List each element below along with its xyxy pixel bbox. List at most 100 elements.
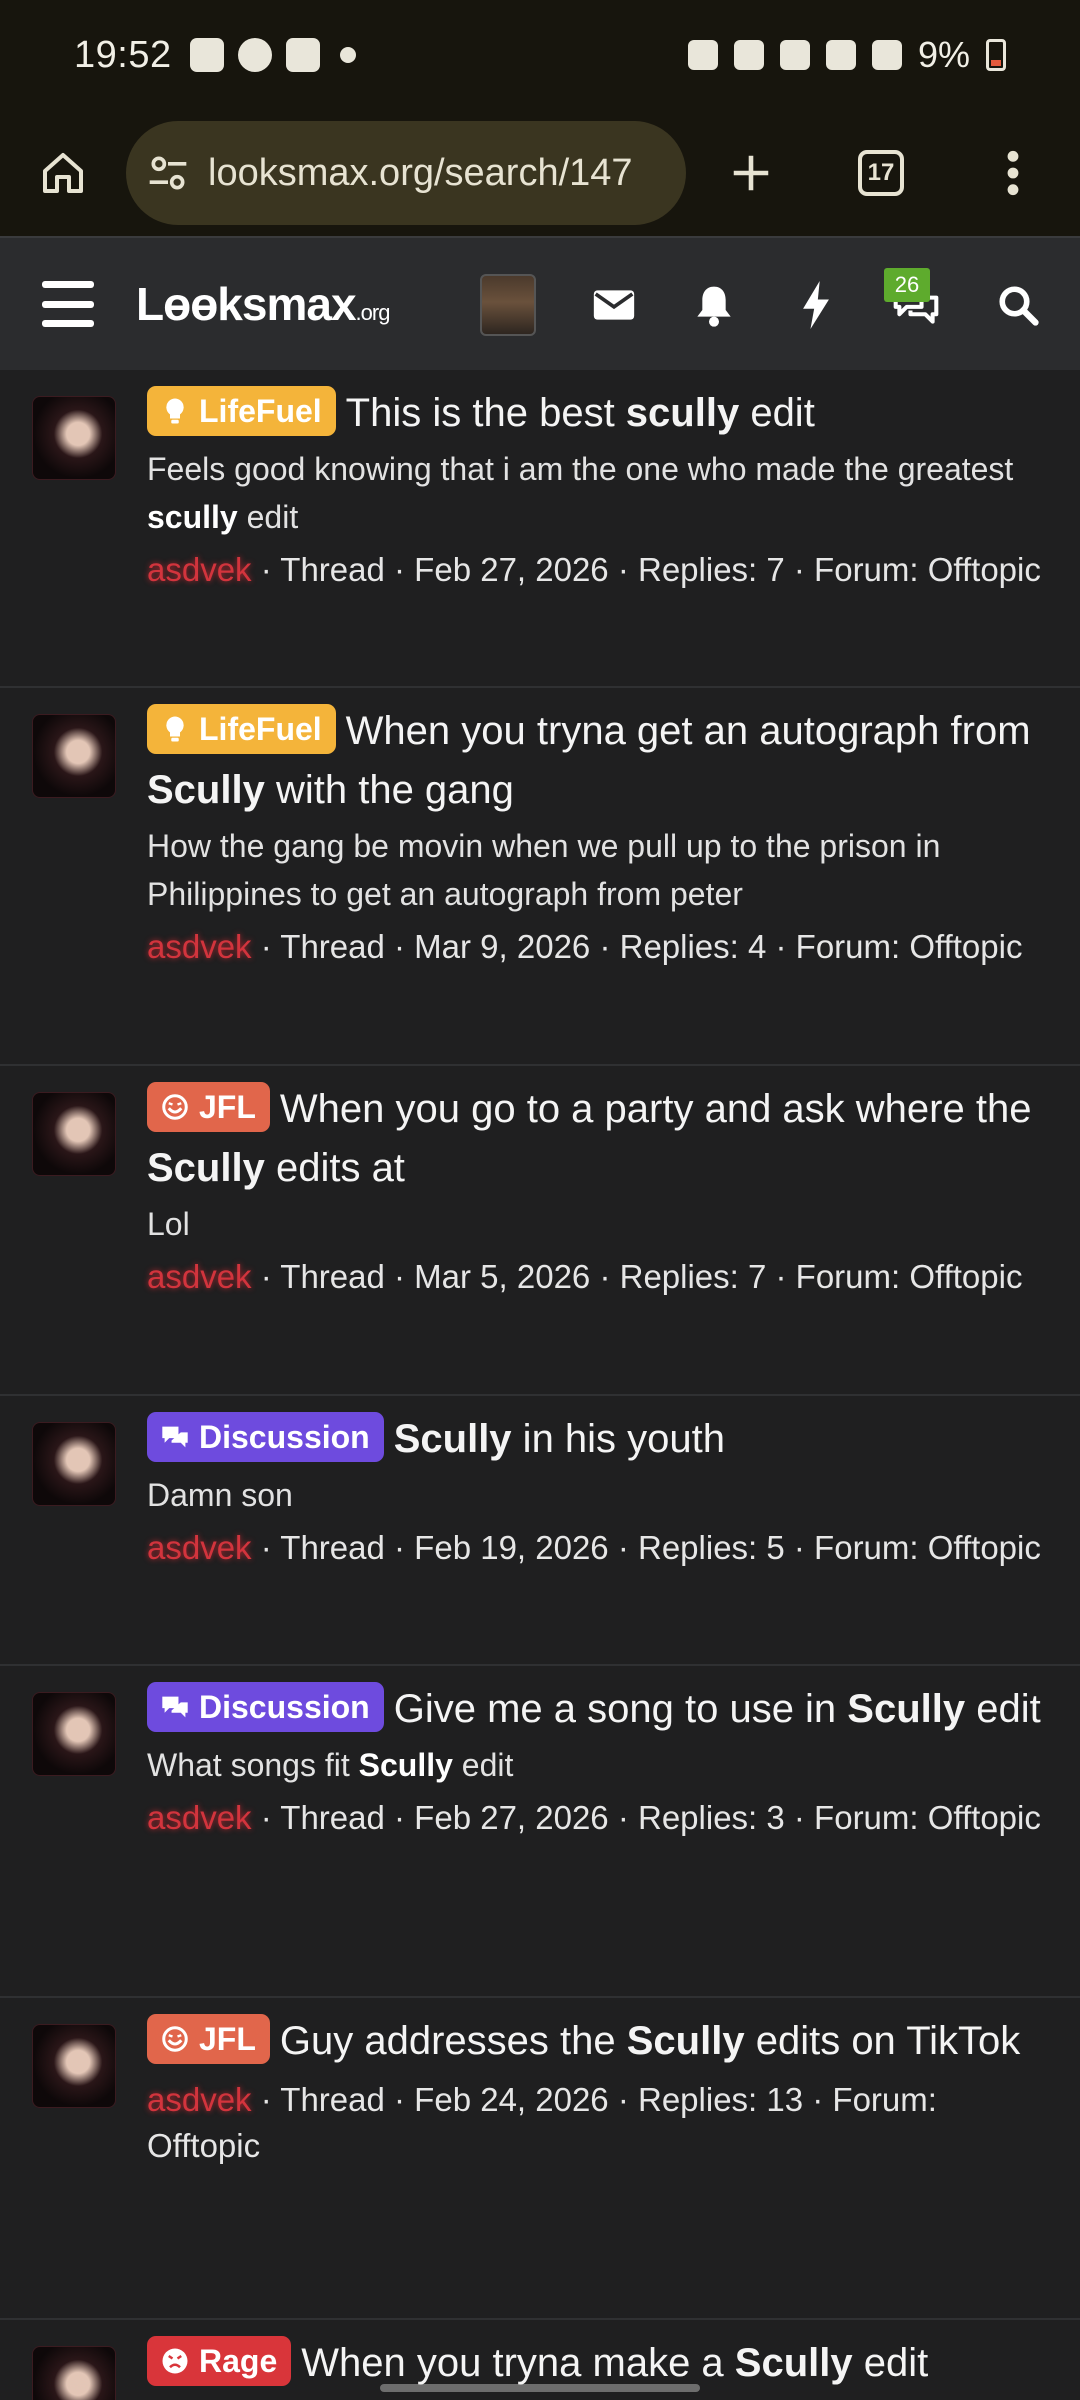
whats-new-button[interactable] xyxy=(786,275,846,335)
author-avatar[interactable] xyxy=(32,396,116,480)
result-meta: asdvek · Thread · Mar 5, 2026 · Replies:… xyxy=(147,1254,1044,1300)
thread-prefix-rage[interactable]: Rage xyxy=(147,2336,292,2386)
result-meta: asdvek · Thread · Feb 24, 2026 · Replies… xyxy=(147,2077,1044,2169)
search-result-item[interactable]: JFL Guy addresses the Scully edits on Tik… xyxy=(0,1998,1080,2320)
search-result-item[interactable]: LifeFuel When you tryna get an autograph … xyxy=(0,688,1080,1066)
search-result-item[interactable]: LifeFuel This is the best scully edit Feel… xyxy=(0,370,1080,688)
battery-icon xyxy=(986,39,1006,71)
snippet-text: Lol xyxy=(147,1206,190,1242)
wifi-icon xyxy=(825,40,856,70)
conversations-badge: 26 xyxy=(884,268,930,302)
result-title[interactable]: Discussion Give me a song to use in Scull… xyxy=(147,1680,1044,1739)
bell-icon xyxy=(697,286,731,327)
author-avatar[interactable] xyxy=(32,2024,116,2108)
snippet-text: edit xyxy=(452,1747,514,1783)
title-highlight: Scully xyxy=(147,768,265,812)
author-avatar[interactable] xyxy=(32,1422,116,1506)
snippet-text: Damn son xyxy=(147,1477,293,1513)
site-settings-icon[interactable] xyxy=(146,151,190,195)
username-link[interactable]: asdvek xyxy=(147,2081,252,2118)
menu-icon[interactable] xyxy=(42,281,94,327)
laughing-emoji-icon xyxy=(162,2026,188,2052)
search-result-item[interactable]: Discussion Scully in his youth Damn son asd… xyxy=(0,1396,1080,1666)
search-button[interactable] xyxy=(988,275,1048,335)
result-meta-text: · Thread · Mar 9, 2026 · Replies: 4 · Fo… xyxy=(251,928,1023,965)
result-meta: asdvek · Thread · Mar 9, 2026 · Replies:… xyxy=(147,924,1044,970)
username-link[interactable]: asdvek xyxy=(147,551,252,588)
thread-prefix-discussion[interactable]: Discussion xyxy=(147,1682,384,1732)
result-meta-text: · Thread · Feb 27, 2026 · Replies: 3 · F… xyxy=(251,1799,1041,1836)
result-meta-text: · Thread · Feb 27, 2026 · Replies: 7 · F… xyxy=(251,551,1041,588)
new-tab-button[interactable] xyxy=(686,110,816,236)
result-meta: asdvek · Thread · Feb 27, 2026 · Replies… xyxy=(147,547,1044,593)
browser-menu-button[interactable] xyxy=(946,110,1080,236)
author-avatar[interactable] xyxy=(32,1092,116,1176)
result-snippet: How the gang be movin when we pull up to… xyxy=(147,822,1044,918)
author-avatar[interactable] xyxy=(32,714,116,798)
thread-prefix-lifefuel[interactable]: LifeFuel xyxy=(147,704,336,754)
username-link[interactable]: asdvek xyxy=(147,1799,252,1836)
tabs-button[interactable]: 17 xyxy=(816,110,946,236)
username-link[interactable]: asdvek xyxy=(147,1529,252,1566)
author-avatar[interactable] xyxy=(32,1692,116,1776)
thread-prefix-jfl[interactable]: JFL xyxy=(147,1082,270,1132)
prefix-label: Discussion xyxy=(199,1689,370,1725)
title-highlight: Scully xyxy=(147,1146,265,1190)
url-text[interactable]: looksmax.org/search/147 xyxy=(208,152,633,195)
title-text: When you tryna make a xyxy=(301,2341,735,2385)
home-button[interactable] xyxy=(0,110,126,236)
user-avatar[interactable] xyxy=(480,274,536,336)
title-text: edit xyxy=(739,391,815,435)
result-meta-text: · Thread · Feb 24, 2026 · Replies: 13 · … xyxy=(147,2081,937,2164)
title-highlight: Scully xyxy=(626,2019,745,2063)
logo-text: Lɵɵksmax xyxy=(136,278,357,330)
inbox-button[interactable] xyxy=(584,275,644,335)
alerts-button[interactable] xyxy=(684,275,744,335)
result-title[interactable]: JFL Guy addresses the Scully edits on Tik… xyxy=(147,2012,1044,2071)
logo-suffix: .org xyxy=(355,300,391,325)
lightning-icon xyxy=(803,281,829,329)
search-results: LifeFuel This is the best scully edit Feel… xyxy=(0,370,1080,2400)
search-result-item[interactable]: Discussion Give me a song to use in Scull… xyxy=(0,1666,1080,1998)
snippet-text: What songs fit xyxy=(147,1747,359,1783)
title-highlight: Scully xyxy=(847,1687,966,1731)
system-icons: 9% xyxy=(687,34,1006,76)
title-text: edits on TikTok xyxy=(744,2019,1021,2063)
search-result-item[interactable]: JFL When you go to a party and ask where … xyxy=(0,1066,1080,1396)
address-bar[interactable]: looksmax.org/search/147 xyxy=(126,121,686,225)
title-text: Guy addresses the xyxy=(279,2019,627,2063)
title-text: edit xyxy=(965,1687,1041,1731)
prefix-label: LifeFuel xyxy=(199,711,322,747)
result-snippet: What songs fit Scully edit xyxy=(147,1741,1044,1789)
prefix-label: LifeFuel xyxy=(199,393,322,429)
result-meta: asdvek · Thread · Feb 19, 2026 · Replies… xyxy=(147,1525,1044,1571)
battery-saver-icon xyxy=(687,40,718,70)
thread-prefix-jfl[interactable]: JFL xyxy=(147,2014,270,2064)
thread-prefix-discussion[interactable]: Discussion xyxy=(147,1412,384,1462)
result-meta-text: · Thread · Feb 19, 2026 · Replies: 5 · F… xyxy=(251,1529,1041,1566)
username-link[interactable]: asdvek xyxy=(147,928,252,965)
search-icon xyxy=(999,286,1039,326)
result-snippet: Lol xyxy=(147,1200,1044,1248)
thread-prefix-lifefuel[interactable]: LifeFuel xyxy=(147,386,336,436)
result-snippet: Damn son xyxy=(147,1471,1044,1519)
alert-icon xyxy=(285,38,320,72)
site-header: Lɵɵksmax.org xyxy=(0,236,1080,370)
result-title[interactable]: Discussion Scully in his youth xyxy=(147,1410,1044,1469)
site-logo[interactable]: Lɵɵksmax.org xyxy=(136,277,391,331)
result-title[interactable]: LifeFuel This is the best scully edit xyxy=(147,384,1044,443)
title-text: with the gang xyxy=(264,768,514,812)
title-text: edits at xyxy=(264,1146,405,1190)
author-avatar[interactable] xyxy=(32,2346,116,2400)
notification-icons xyxy=(189,38,356,72)
plus-icon xyxy=(733,155,769,191)
result-title[interactable]: JFL When you go to a party and ask where … xyxy=(147,1080,1044,1198)
username-link[interactable]: asdvek xyxy=(147,1258,252,1295)
prefix-label: JFL xyxy=(199,2021,256,2057)
gesture-bar xyxy=(380,2384,700,2392)
title-text: edit xyxy=(852,2341,929,2385)
result-title[interactable]: LifeFuel When you tryna get an autograph … xyxy=(147,702,1044,820)
mute-icon xyxy=(779,40,810,70)
result-meta-text: · Thread · Mar 5, 2026 · Replies: 7 · Fo… xyxy=(251,1258,1023,1295)
chat-bubbles-icon xyxy=(162,1696,188,1718)
